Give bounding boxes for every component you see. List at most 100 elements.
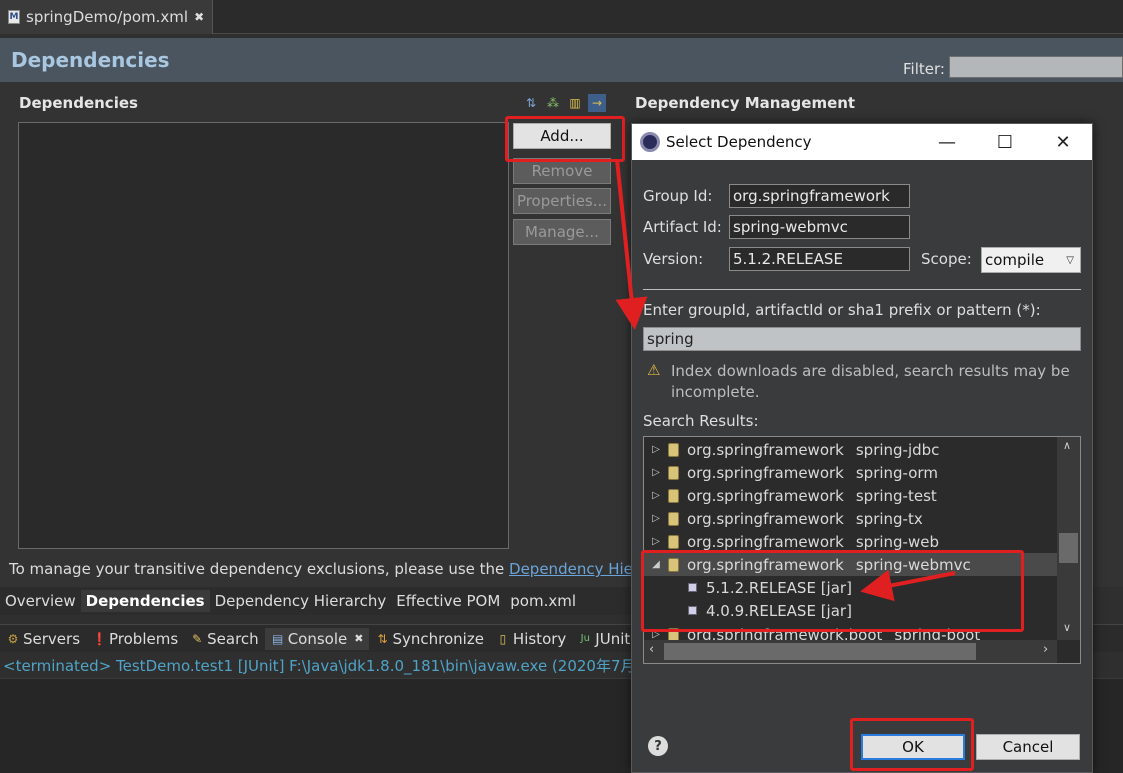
filter-label: Filter:: [903, 60, 945, 78]
vertical-scroll-thumb[interactable]: [1059, 533, 1078, 563]
chevron-down-icon: ▽: [1066, 254, 1074, 266]
view-tab-synchronize[interactable]: ⇅ Synchronize: [369, 628, 489, 650]
scope-select-value: compile: [985, 251, 1045, 269]
page-title: Dependencies: [11, 48, 170, 72]
search-results-label: Search Results:: [643, 412, 759, 430]
results-highlight: [641, 550, 1024, 632]
result-group-id: org.springframework: [687, 463, 844, 482]
sort-icon[interactable]: ⇅: [522, 94, 540, 112]
close-icon[interactable]: ✖: [354, 632, 363, 645]
version-field[interactable]: 5.1.2.RELEASE: [729, 247, 910, 271]
transitive-info: To manage your transitive dependency exc…: [9, 560, 654, 578]
view-tab-label: Console: [287, 629, 348, 648]
expand-arrow-icon[interactable]: ▷: [648, 444, 664, 455]
problems-icon: ❗: [92, 631, 107, 646]
list-item[interactable]: ▷ org.springframework spring-orm: [644, 461, 1058, 484]
expand-arrow-icon[interactable]: ▷: [648, 513, 664, 524]
console-icon: ▤: [272, 631, 284, 646]
search-input[interactable]: spring: [643, 327, 1081, 351]
editor-tab-pom[interactable]: M springDemo/pom.xml ✖: [0, 0, 214, 34]
manage-button[interactable]: Manage...: [513, 219, 611, 245]
view-tab-label: Search: [207, 629, 259, 648]
expand-icon[interactable]: →: [588, 94, 606, 112]
add-button-highlight: [505, 116, 625, 162]
junit-icon: Ju: [580, 633, 590, 644]
tab-pom-xml[interactable]: pom.xml: [505, 590, 581, 612]
expand-arrow-icon[interactable]: ▷: [648, 536, 664, 547]
tab-dependencies[interactable]: Dependencies: [80, 590, 210, 612]
scroll-down-icon[interactable]: ∨: [1063, 621, 1071, 634]
transitive-info-text: To manage your transitive dependency exc…: [9, 560, 510, 578]
artifact-id-field[interactable]: spring-webmvc: [729, 215, 910, 239]
view-tab-label: JUnit: [595, 629, 631, 648]
columns-icon[interactable]: ▥: [566, 94, 584, 112]
index-warning-text: Index downloads are disabled, search res…: [671, 362, 1070, 401]
eclipse-icon: [640, 132, 660, 152]
view-tab-label: Synchronize: [392, 629, 484, 648]
scope-label: Scope:: [921, 250, 972, 268]
view-tab-console[interactable]: ▤ Console ✖: [264, 627, 370, 650]
search-pattern-label: Enter groupId, artifactId or sha1 prefix…: [643, 301, 1041, 319]
view-tab-servers[interactable]: ⚙ Servers: [0, 628, 86, 650]
dialog-title: Select Dependency: [666, 133, 812, 151]
view-tab-label: Problems: [109, 629, 179, 648]
dialog-titlebar[interactable]: Select Dependency — ☐ ✕: [632, 124, 1092, 160]
editor-tab-label: springDemo/pom.xml: [26, 8, 189, 26]
pom-editor-tabs: Overview Dependencies Dependency Hierarc…: [0, 587, 640, 615]
tree-icon[interactable]: ⁂: [544, 94, 562, 112]
help-icon[interactable]: ?: [648, 736, 668, 756]
jar-icon: [668, 534, 679, 549]
result-group-id: org.springframework: [687, 486, 844, 505]
minimize-icon[interactable]: —: [922, 124, 972, 160]
filter-input[interactable]: [949, 56, 1123, 78]
synchronize-icon: ⇅: [377, 631, 388, 646]
scroll-up-icon[interactable]: ∧: [1063, 439, 1071, 452]
jar-icon: [668, 488, 679, 503]
view-tab-label: Servers: [23, 629, 81, 648]
group-id-field[interactable]: org.springframework: [729, 184, 910, 208]
view-tab-search[interactable]: ✎ Search: [184, 628, 265, 650]
properties-button[interactable]: Properties...: [513, 188, 611, 214]
search-icon: ✎: [192, 631, 203, 646]
result-group-id: org.springframework: [687, 509, 844, 528]
dependencies-list[interactable]: [18, 122, 509, 549]
cancel-button[interactable]: Cancel: [976, 734, 1080, 760]
maximize-icon[interactable]: ☐: [980, 124, 1030, 160]
close-icon[interactable]: ✖: [194, 10, 204, 24]
result-artifact-id: spring-tx: [855, 509, 923, 528]
tab-overview[interactable]: Overview: [0, 590, 81, 612]
ok-button-highlight: [850, 718, 974, 771]
result-group-id: org.springframework: [687, 532, 844, 551]
tab-dependency-hierarchy[interactable]: Dependency Hierarchy: [210, 590, 392, 612]
servers-icon: ⚙: [7, 631, 19, 646]
result-artifact-id: spring-test: [855, 486, 937, 505]
result-artifact-id: spring-web: [855, 532, 939, 551]
view-tab-history[interactable]: ▯ History: [490, 628, 572, 650]
expand-arrow-icon[interactable]: ▷: [648, 490, 664, 501]
dependencies-toolbar: ⇅ ⁂ ▥ →: [522, 94, 606, 112]
divider: [643, 289, 1081, 290]
scroll-left-icon[interactable]: ‹: [649, 642, 654, 657]
expand-arrow-icon[interactable]: ▷: [648, 467, 664, 478]
close-icon[interactable]: ✕: [1038, 124, 1088, 160]
jar-icon: [668, 465, 679, 480]
dependency-management-title: Dependency Management: [635, 94, 856, 112]
dependencies-section-title: Dependencies: [19, 94, 138, 112]
scroll-right-icon[interactable]: ›: [1043, 642, 1048, 657]
group-id-label: Group Id:: [643, 187, 713, 205]
horizontal-scroll-thumb[interactable]: [664, 643, 976, 660]
view-tab-junit[interactable]: Ju JUnit: [572, 628, 636, 650]
scope-select[interactable]: compile ▽: [981, 247, 1081, 273]
list-item[interactable]: ▷ org.springframework spring-test: [644, 484, 1058, 507]
result-artifact-id: spring-orm: [855, 463, 938, 482]
jar-icon: [668, 442, 679, 457]
artifact-id-label: Artifact Id:: [643, 218, 722, 236]
tab-effective-pom[interactable]: Effective POM: [391, 590, 505, 612]
list-item[interactable]: ▷ org.springframework spring-jdbc: [644, 438, 1058, 461]
list-item[interactable]: ▷ org.springframework spring-tx: [644, 507, 1058, 530]
warning-icon: ⚠: [647, 361, 661, 379]
console-status: <terminated> TestDemo.test1 [JUnit] F:\J…: [3, 657, 655, 675]
result-artifact-id: spring-jdbc: [855, 440, 940, 459]
view-tab-problems[interactable]: ❗ Problems: [86, 628, 184, 650]
maven-file-icon: M: [8, 10, 20, 24]
